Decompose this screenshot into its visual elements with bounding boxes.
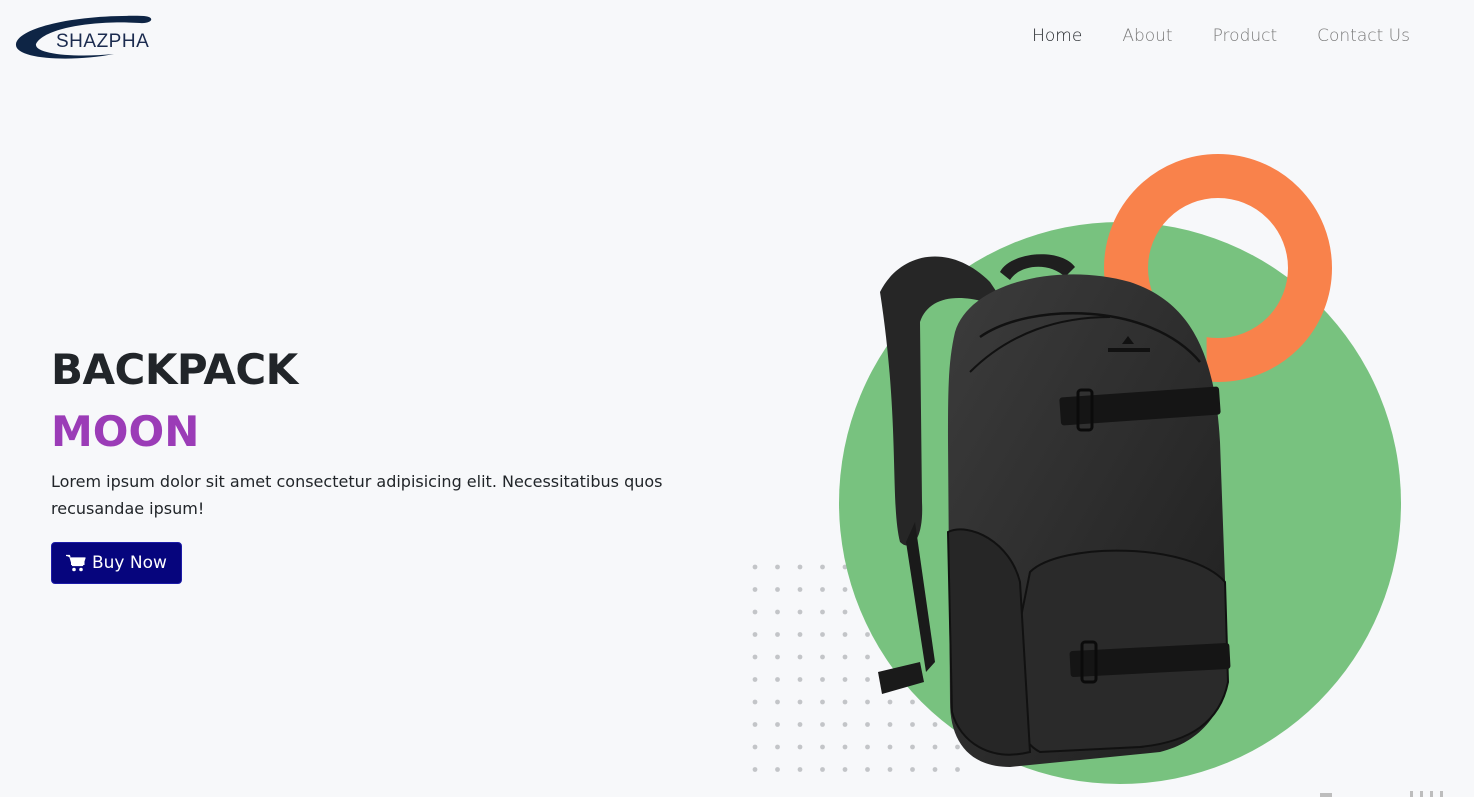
hero-title: BACKPACK bbox=[51, 345, 298, 394]
buy-now-button[interactable]: Buy Now bbox=[51, 542, 182, 584]
hero-artwork bbox=[700, 140, 1474, 797]
nav-home[interactable]: Home bbox=[1032, 26, 1082, 46]
hero-section: BACKPACK MOON Lorem ipsum dolor sit amet… bbox=[51, 342, 691, 584]
hero-description: Lorem ipsum dolor sit amet consectetur a… bbox=[51, 472, 663, 518]
nav-contact-us[interactable]: Contact Us bbox=[1317, 26, 1410, 46]
navbar: SHAZPHA Home About Product Contact Us bbox=[0, 0, 1474, 76]
nav-product[interactable]: Product bbox=[1213, 26, 1278, 46]
hero-subtitle: MOON bbox=[51, 407, 200, 456]
brand-logo[interactable]: SHAZPHA bbox=[14, 14, 176, 62]
cart-icon bbox=[66, 554, 86, 572]
bottom-decoration bbox=[1320, 791, 1443, 797]
nav-about[interactable]: About bbox=[1122, 26, 1172, 46]
buy-now-label: Buy Now bbox=[92, 553, 167, 573]
main-nav: Home About Product Contact Us bbox=[992, 26, 1410, 46]
backpack-image bbox=[878, 254, 1231, 767]
brand-name: SHAZPHA bbox=[56, 31, 150, 52]
